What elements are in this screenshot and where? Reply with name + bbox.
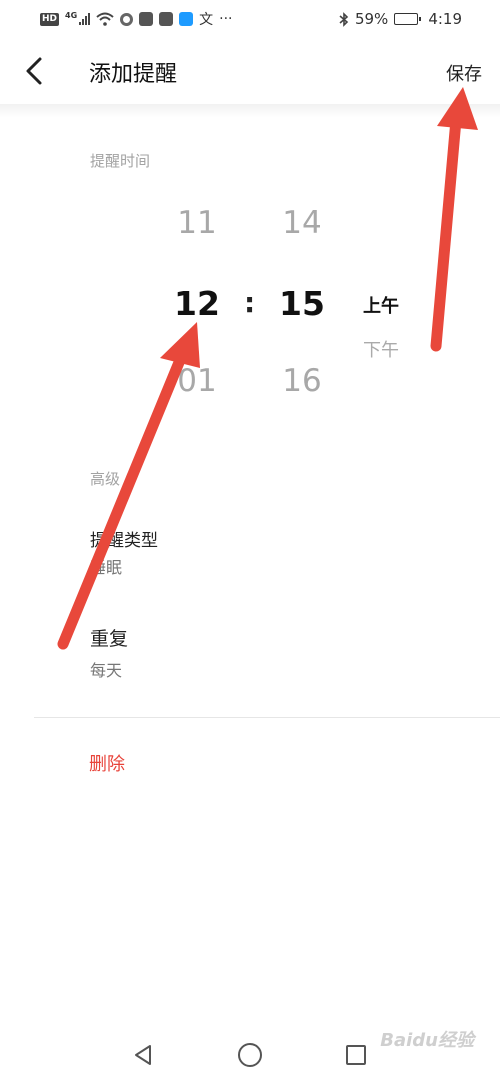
app-notification-icon [120, 12, 134, 26]
hd-badge: HD [40, 12, 60, 26]
page-title: 添加提醒 [89, 62, 178, 87]
battery-percent: 59% [354, 10, 389, 28]
period-other[interactable]: 下午 [363, 336, 399, 362]
battery-icon [394, 13, 422, 25]
reminder-type-value: 睡眠 [90, 558, 123, 577]
hour-next[interactable]: 01 [157, 363, 237, 399]
minute-selected[interactable]: 15 [262, 284, 342, 323]
app-notification-icon [159, 12, 174, 26]
nav-back-icon[interactable] [132, 1044, 154, 1066]
repeat-title: 重复 [90, 628, 129, 650]
header-shadow [0, 104, 500, 118]
hour-prev[interactable]: 11 [157, 205, 237, 241]
period-selected[interactable]: 上午 [363, 292, 399, 318]
status-left: HD 4G 文 ··· [40, 9, 233, 29]
reminder-type-title: 提醒类型 [90, 531, 158, 551]
chevron-left-icon[interactable] [22, 56, 48, 86]
signal-icon [79, 13, 91, 25]
advanced-section-label: 高级 [90, 470, 121, 488]
search-app-icon [179, 12, 194, 26]
divider [34, 717, 500, 718]
bluetooth-icon [339, 11, 349, 27]
more-notifications-icon: ··· [219, 11, 233, 27]
arrow-to-save [430, 87, 478, 352]
network-type: 4G [65, 10, 78, 20]
save-button[interactable]: 保存 [446, 60, 482, 86]
nav-home-icon[interactable] [238, 1043, 262, 1067]
app-notification-icon [139, 12, 154, 26]
minute-prev[interactable]: 14 [262, 205, 342, 241]
status-right: 59% 4:19 [339, 10, 462, 28]
delete-button[interactable]: 删除 [89, 750, 125, 776]
repeat-value: 每天 [90, 661, 123, 680]
app-header: 添加提醒 保存 [0, 38, 500, 104]
wifi-icon [96, 12, 114, 26]
translate-icon: 文 [199, 12, 214, 28]
status-bar: HD 4G 文 ··· 59% 4:19 [0, 0, 500, 38]
minute-next[interactable]: 16 [262, 363, 342, 399]
annotation-arrows [57, 87, 478, 650]
hour-selected[interactable]: 12 [157, 284, 237, 323]
watermark: Baidu经验 [380, 1030, 474, 1051]
time-separator: : [244, 286, 256, 319]
time-section-label: 提醒时间 [90, 152, 151, 170]
clock: 4:19 [428, 10, 462, 28]
nav-recent-icon[interactable] [346, 1045, 366, 1065]
